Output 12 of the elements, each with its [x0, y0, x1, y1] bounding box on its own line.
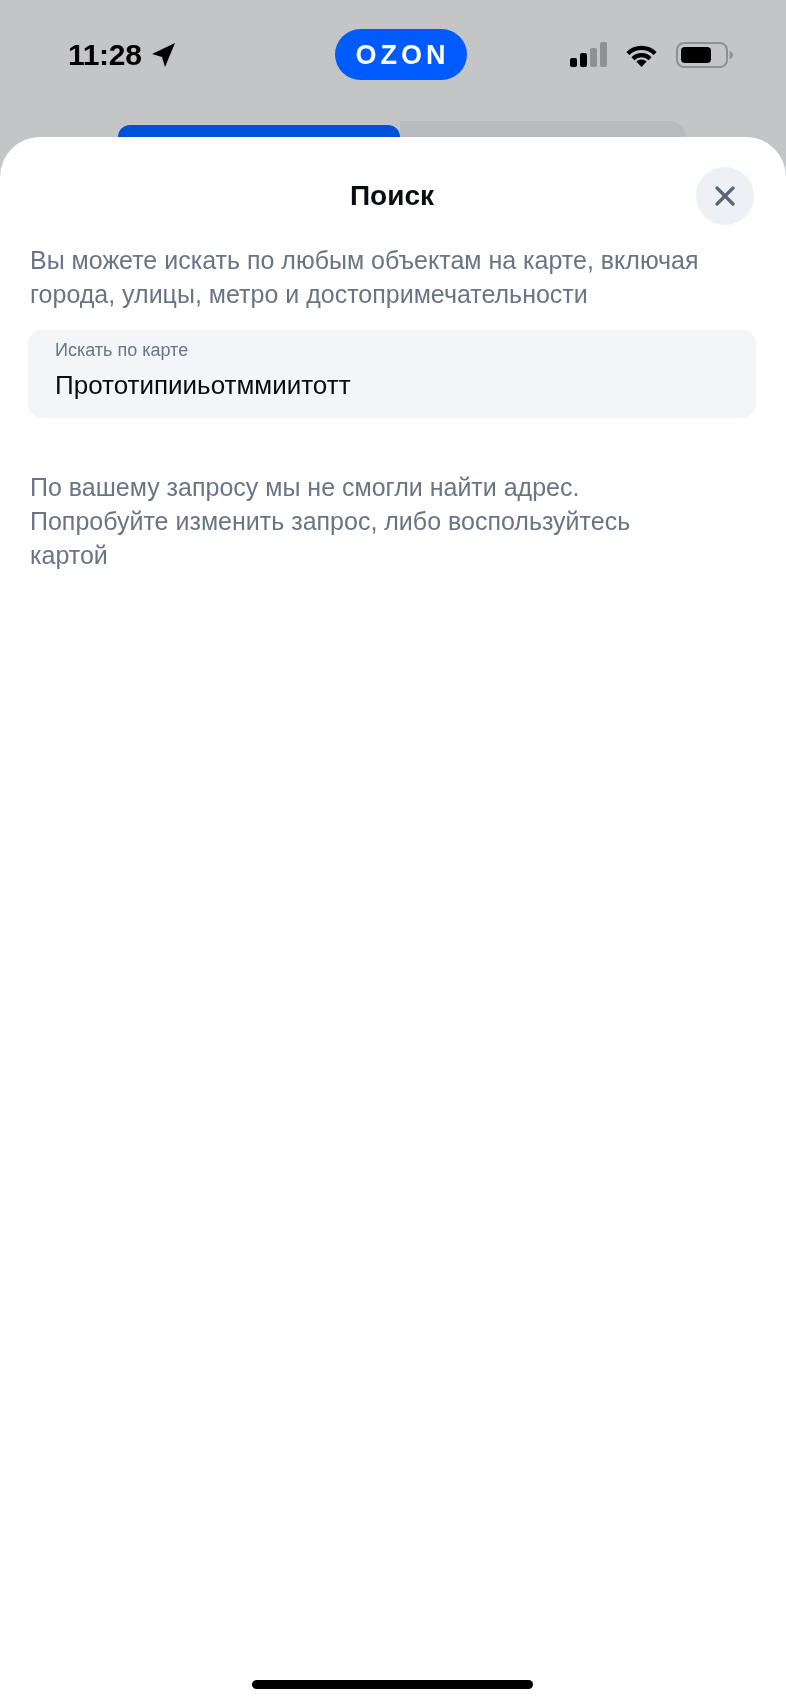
segment-tab[interactable] [118, 125, 400, 137]
battery-icon [676, 41, 733, 68]
search-hint-text: Вы можете искать по любым объектам на карте, включая города, улицы, метро и достопримечательности [30, 245, 700, 310]
signal-icon [570, 42, 607, 67]
segment-tab[interactable] [400, 121, 686, 137]
search-field[interactable]: Искать по карте Прототипииьотммиитотт [28, 330, 756, 418]
close-icon [715, 186, 735, 206]
sheet-title: Поиск [350, 179, 434, 213]
not-found-message: По вашему запросу мы не смогли найти адрес. Попробуйте изменить запрос, либо воспользуйтесь картой [30, 472, 632, 571]
app-logo: OZON [334, 29, 467, 80]
status-time: 11:28 [68, 37, 142, 72]
location-arrow-icon [150, 41, 176, 68]
